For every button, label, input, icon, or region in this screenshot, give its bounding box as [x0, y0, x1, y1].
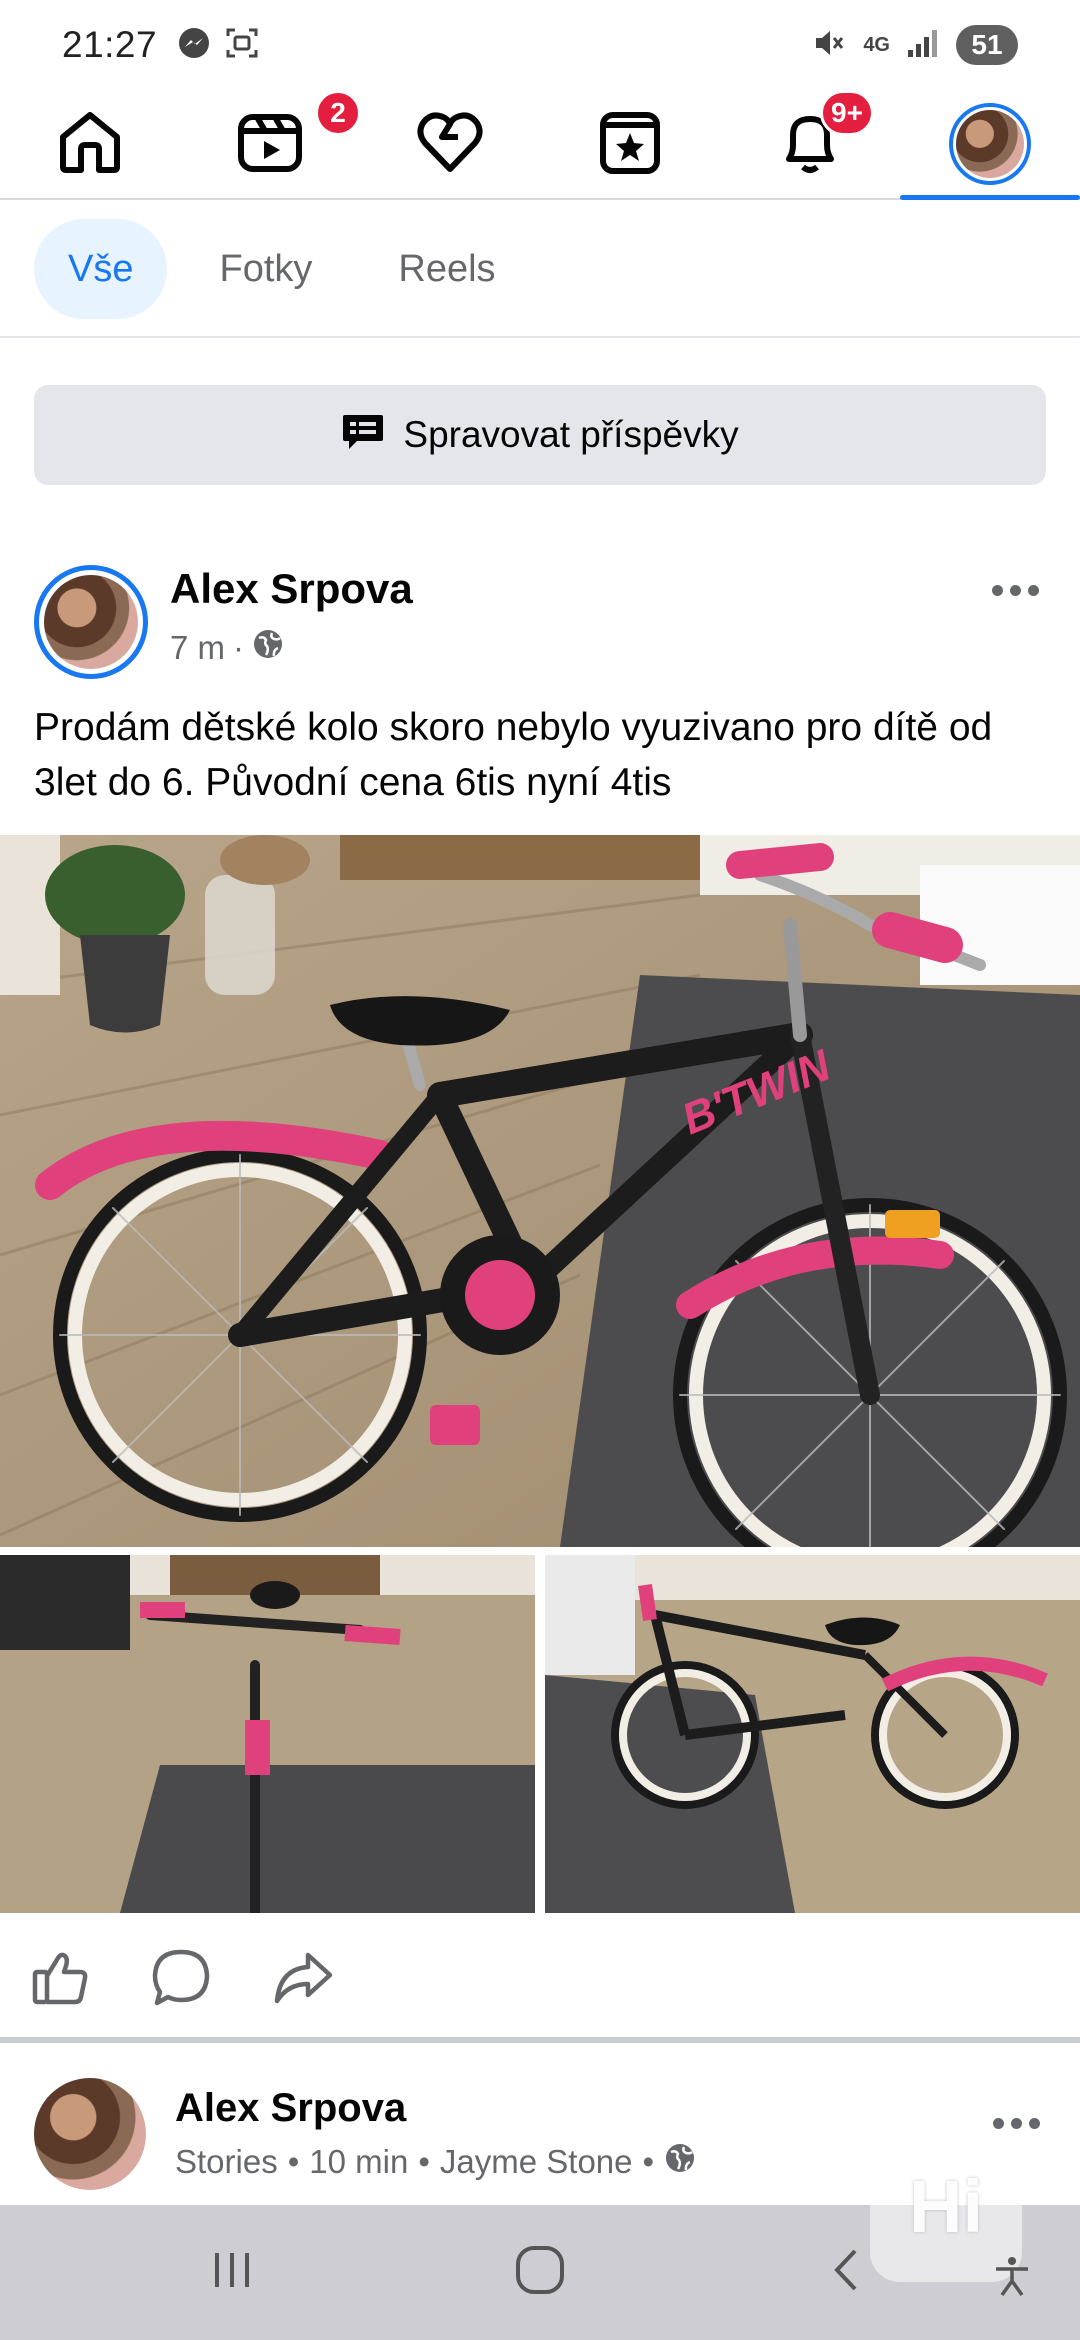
status-time: 21:27 [62, 24, 158, 65]
post2-tagged[interactable]: Jayme Stone [440, 2143, 633, 2181]
heart-icon [415, 107, 485, 182]
meta-separator: · [233, 629, 245, 666]
post2-bullet: • [418, 2143, 430, 2180]
manage-posts-label: Spravovat příspěvky [403, 414, 739, 455]
nav-profile[interactable] [900, 90, 1080, 200]
post-text: Prodám dětské kolo skoro nebylo vyuzivan… [34, 706, 993, 804]
notifications-badge: 9+ [820, 90, 874, 136]
post2-source: Stories [175, 2143, 278, 2180]
post2-bullet: • [287, 2143, 300, 2180]
nav-marketplace[interactable] [540, 90, 720, 198]
share-icon[interactable] [272, 1947, 334, 2014]
post2-time[interactable]: 10 min [309, 2143, 408, 2181]
post2-more-options[interactable] [993, 2118, 1040, 2129]
post-divider [0, 2037, 1080, 2043]
post-time[interactable]: 7 m [170, 629, 225, 667]
video-icon [235, 107, 305, 182]
home-icon [55, 107, 125, 182]
signal-icon [906, 28, 940, 63]
nav-video[interactable]: 2 [180, 90, 361, 198]
comment-icon[interactable] [150, 1947, 212, 2014]
messenger-icon [177, 26, 211, 65]
status-left-icons [177, 26, 259, 65]
post-meta: 7 m · [170, 628, 284, 668]
manage-posts-button[interactable]: Spravovat příspěvky [34, 385, 1046, 485]
post2-author-name[interactable]: Alex Srpova [175, 2086, 406, 2131]
mute-icon [811, 25, 847, 66]
post2-author-avatar[interactable] [34, 2078, 146, 2190]
video-badge: 2 [315, 90, 361, 136]
star-page-icon [595, 107, 665, 182]
globe-icon [664, 2142, 696, 2182]
network-type: 4G [863, 33, 890, 56]
post-actions [0, 1930, 1080, 2030]
nav-dating[interactable] [360, 90, 540, 198]
post-author-avatar[interactable] [34, 565, 148, 679]
like-icon[interactable] [30, 1948, 90, 2013]
manage-posts-icon [341, 411, 385, 460]
post-photo-side[interactable] [545, 1555, 1080, 1913]
home-button-icon[interactable] [512, 2242, 568, 2303]
filter-tabs: Vše Fotky Reels [0, 202, 1080, 338]
tab-all[interactable]: Vše [34, 219, 168, 319]
globe-icon [252, 628, 284, 668]
profile-avatar [949, 103, 1031, 185]
nav-notifications[interactable]: 9+ [720, 90, 900, 198]
status-bar: 21:27 4G 51 [0, 0, 1080, 90]
post2-bullet: • [642, 2143, 655, 2180]
status-right: 4G 51 [811, 25, 1018, 66]
recent-apps-icon[interactable] [207, 2245, 257, 2300]
tab-photos[interactable]: Fotky [185, 219, 346, 319]
accessibility-icon[interactable] [990, 2255, 1034, 2304]
back-icon[interactable] [823, 2245, 873, 2300]
nav-home[interactable] [0, 90, 180, 198]
top-navigation: 2 9+ [0, 90, 1080, 200]
tab-reels[interactable]: Reels [364, 219, 529, 319]
post-more-options[interactable] [980, 570, 1050, 610]
post-author-name[interactable]: Alex Srpova [170, 565, 413, 613]
screenshot-icon [225, 26, 259, 65]
post-photo-main[interactable]: B'TWIN [0, 835, 1080, 1547]
battery-indicator: 51 [956, 25, 1018, 65]
post-photo-front[interactable] [0, 1555, 535, 1913]
post2-meta: Stories • 10 min • Jayme Stone • [175, 2142, 696, 2182]
